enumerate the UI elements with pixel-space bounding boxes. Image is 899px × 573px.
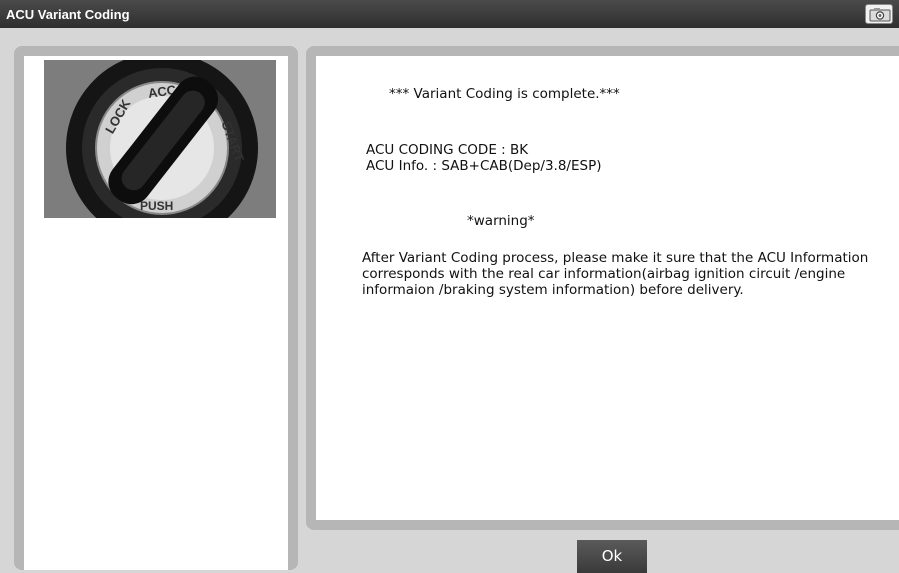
screenshot-button[interactable] [865,4,893,24]
ignition-key-image: LOCK ACC START PUSH [44,60,276,218]
acu-coding-code: ACU CODING CODE : BK [366,142,529,158]
image-panel: LOCK ACC START PUSH [24,56,288,570]
image-panel-frame: LOCK ACC START PUSH [14,46,298,570]
warning-title: *warning* [467,213,535,229]
message-panel-frame: *** Variant Coding is complete.*** ACU C… [306,46,899,530]
key-label-push: PUSH [140,199,173,213]
acu-info: ACU Info. : SAB+CAB(Dep/3.8/ESP) [366,158,602,174]
message-panel: *** Variant Coding is complete.*** ACU C… [316,56,899,520]
completion-message: *** Variant Coding is complete.*** [389,86,620,102]
warning-text: After Variant Coding process, please mak… [362,250,869,298]
ok-button[interactable]: Ok [577,540,647,573]
window-title: ACU Variant Coding [6,7,130,22]
title-bar: ACU Variant Coding [0,0,899,28]
camera-icon [869,8,891,22]
